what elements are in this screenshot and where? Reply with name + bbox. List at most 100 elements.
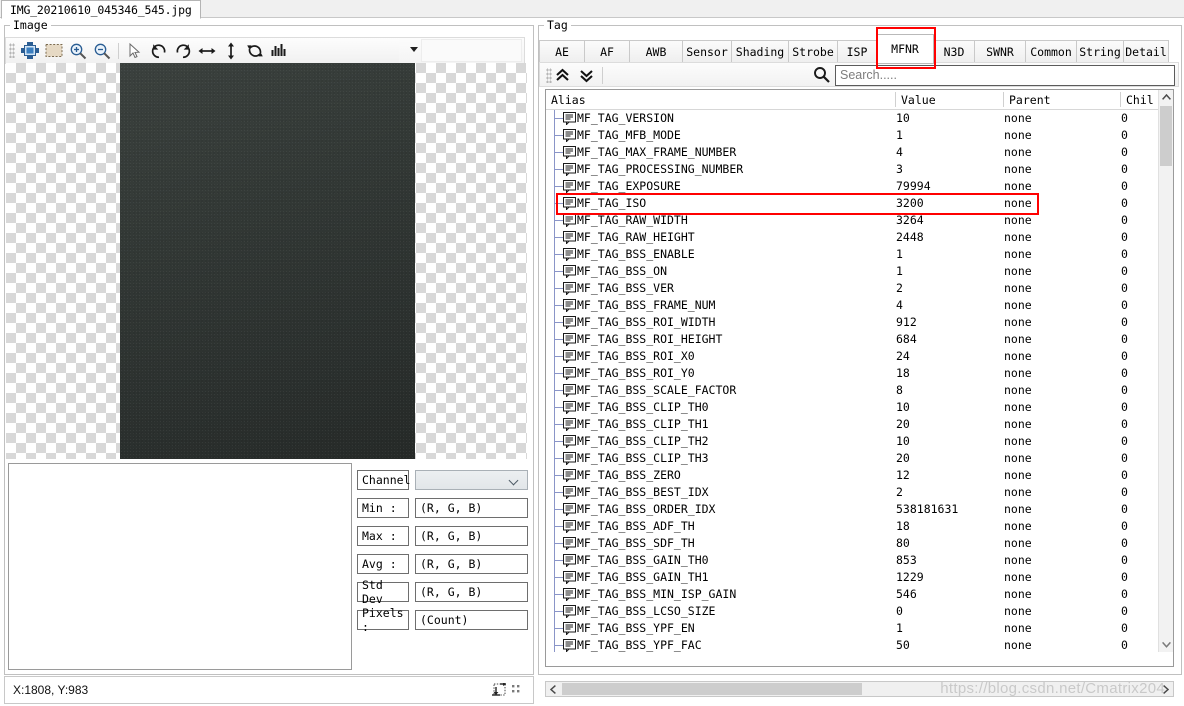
table-row[interactable]: MF_TAG_BSS_ENABLE 1 none 0 <box>546 246 1159 263</box>
document-tab-image[interactable]: IMG_20210610_045346_545.jpg <box>1 0 201 19</box>
table-row[interactable]: MF_TAG_MFB_MODE 1 none 0 <box>546 127 1159 144</box>
tab-label: Sensor <box>686 45 728 59</box>
table-row[interactable]: MF_TAG_BSS_CLIP_TH2 10 none 0 <box>546 433 1159 450</box>
cell-alias: MF_TAG_BSS_ZERO <box>577 468 681 482</box>
scroll-up-icon[interactable] <box>1159 90 1173 105</box>
tab-isp[interactable]: ISP <box>837 40 877 64</box>
cell-value: 12 <box>896 468 910 482</box>
table-row[interactable]: MF_TAG_BSS_GAIN_TH0 853 none 0 <box>546 552 1159 569</box>
table-row[interactable]: MF_TAG_BSS_YPF_EN 1 none 0 <box>546 620 1159 637</box>
table-row[interactable]: MF_TAG_BSS_BEST_IDX 2 none 0 <box>546 484 1159 501</box>
tab-label: AE <box>555 45 569 59</box>
stddev-label: Std Dev <box>357 578 409 606</box>
tab-string[interactable]: String <box>1076 40 1124 64</box>
table-row[interactable]: MF_TAG_ISO 3200 none 0 <box>546 195 1159 212</box>
table-row[interactable]: MF_TAG_BSS_SCALE_FACTOR 8 none 0 <box>546 382 1159 399</box>
cell-parent: none <box>1004 128 1032 142</box>
table-row[interactable]: MF_TAG_BSS_LCSO_SIZE 0 none 0 <box>546 603 1159 620</box>
table-row[interactable]: MF_TAG_EXPOSURE 79994 none 0 <box>546 178 1159 195</box>
zoom-in-icon[interactable] <box>66 40 90 61</box>
toolbar-drag-grip[interactable] <box>9 43 15 58</box>
cell-alias: MF_TAG_BSS_ON <box>577 264 668 278</box>
table-row[interactable]: MF_TAG_BSS_CLIP_TH3 20 none 0 <box>546 450 1159 467</box>
table-row[interactable]: MF_TAG_BSS_ROI_Y0 18 none 0 <box>546 365 1159 382</box>
tab-ae[interactable]: AE <box>539 40 585 64</box>
fit-to-window-icon[interactable] <box>18 40 42 61</box>
table-row[interactable]: MF_TAG_BSS_VER 2 none 0 <box>546 280 1159 297</box>
image-canvas[interactable] <box>6 63 527 459</box>
tab-label: Strobe <box>792 45 834 59</box>
expand-all-icon[interactable] <box>552 66 572 85</box>
tab-af[interactable]: AF <box>584 40 630 64</box>
rotate-left-icon[interactable] <box>147 40 171 61</box>
column-header-value[interactable]: Value <box>896 90 1004 109</box>
table-row[interactable]: MF_TAG_PROCESSING_NUMBER 3 none 0 <box>546 161 1159 178</box>
tab-awb[interactable]: AWB <box>629 40 683 64</box>
column-header-alias[interactable]: Alias <box>546 90 896 109</box>
table-row[interactable]: MF_TAG_MAX_FRAME_NUMBER 4 none 0 <box>546 144 1159 161</box>
image-view-combo[interactable] <box>399 38 524 63</box>
table-row[interactable]: MF_TAG_BSS_SDF_TH 80 none 0 <box>546 535 1159 552</box>
scroll-thumb-horizontal[interactable] <box>562 683 862 695</box>
cell-child: 0 <box>1121 298 1128 312</box>
image-toolbar <box>5 37 525 64</box>
collapse-all-icon[interactable] <box>576 66 596 85</box>
pointer-icon[interactable] <box>123 40 147 61</box>
flip-vertical-icon[interactable] <box>219 40 243 61</box>
table-row[interactable]: MF_TAG_BSS_FRAME_NUM 4 none 0 <box>546 297 1159 314</box>
tab-n3d[interactable]: N3D <box>933 40 975 64</box>
tag-search-input[interactable]: Search..... <box>835 65 1175 86</box>
table-row[interactable]: MF_TAG_VERSION 10 none 0 <box>546 110 1159 127</box>
tab-common[interactable]: Common <box>1025 40 1077 64</box>
cell-alias: MF_TAG_BSS_GAIN_TH1 <box>577 570 709 584</box>
scroll-left-icon[interactable] <box>546 682 561 696</box>
tab-sensor[interactable]: Sensor <box>682 40 732 64</box>
tab-strobe[interactable]: Strobe <box>788 40 838 64</box>
scroll-thumb[interactable] <box>1160 106 1172 166</box>
cell-child: 0 <box>1121 349 1128 363</box>
tab-detail[interactable]: Detail <box>1123 40 1169 64</box>
loaded-photo[interactable] <box>120 63 415 459</box>
resize-grip-icon[interactable] <box>492 682 526 698</box>
select-region-icon[interactable] <box>42 40 66 61</box>
table-row[interactable]: MF_TAG_BSS_ADF_TH 18 none 0 <box>546 518 1159 535</box>
tag-node-icon <box>563 605 576 619</box>
tab-mfnr[interactable]: MFNR <box>876 34 934 64</box>
tag-table-vertical-scrollbar[interactable] <box>1158 90 1173 652</box>
tab-shading[interactable]: Shading <box>731 40 789 64</box>
table-row[interactable]: MF_TAG_BSS_MIN_ISP_GAIN 546 none 0 <box>546 586 1159 603</box>
cell-alias: MF_TAG_BSS_ROI_WIDTH <box>577 315 716 329</box>
tag-node-icon <box>563 299 576 313</box>
cell-alias: MF_TAG_BSS_BEST_IDX <box>577 485 709 499</box>
table-row[interactable]: MF_TAG_BSS_CLIP_TH1 20 none 0 <box>546 416 1159 433</box>
table-row[interactable]: MF_TAG_BSS_ON 1 none 0 <box>546 263 1159 280</box>
table-row[interactable]: MF_TAG_RAW_WIDTH 3264 none 0 <box>546 212 1159 229</box>
table-row[interactable]: MF_TAG_RAW_HEIGHT 2448 none 0 <box>546 229 1159 246</box>
table-row[interactable]: MF_TAG_BSS_GAIN_TH1 1229 none 0 <box>546 569 1159 586</box>
cell-child: 0 <box>1121 519 1128 533</box>
column-header-parent[interactable]: Parent <box>1004 90 1121 109</box>
cell-alias: MF_TAG_BSS_SDF_TH <box>577 536 695 550</box>
cell-child: 0 <box>1121 485 1128 499</box>
tag-node-icon <box>563 333 576 347</box>
scroll-down-icon[interactable] <box>1159 637 1173 652</box>
tab-swnr[interactable]: SWNR <box>974 40 1026 64</box>
cell-child: 0 <box>1121 247 1128 261</box>
histogram-icon[interactable] <box>267 40 291 61</box>
cell-parent: none <box>1004 162 1032 176</box>
table-row[interactable]: MF_TAG_BSS_YPF_FAC 50 none 0 <box>546 637 1159 652</box>
table-row[interactable]: MF_TAG_BSS_ZERO 12 none 0 <box>546 467 1159 484</box>
rotate-right-icon[interactable] <box>171 40 195 61</box>
table-row[interactable]: MF_TAG_BSS_ROI_WIDTH 912 none 0 <box>546 314 1159 331</box>
tag-toolbar-separator <box>602 67 603 84</box>
channel-select[interactable] <box>415 470 528 490</box>
reset-icon[interactable] <box>243 40 267 61</box>
table-row[interactable]: MF_TAG_BSS_ROI_X0 24 none 0 <box>546 348 1159 365</box>
table-row[interactable]: MF_TAG_BSS_CLIP_TH0 10 none 0 <box>546 399 1159 416</box>
histogram-preview-box[interactable] <box>8 463 352 670</box>
table-row[interactable]: MF_TAG_BSS_ORDER_IDX 538181631 none 0 <box>546 501 1159 518</box>
table-row[interactable]: MF_TAG_BSS_ROI_HEIGHT 684 none 0 <box>546 331 1159 348</box>
flip-horizontal-icon[interactable] <box>195 40 219 61</box>
cell-alias: MF_TAG_BSS_ROI_HEIGHT <box>577 332 723 346</box>
zoom-out-icon[interactable] <box>90 40 114 61</box>
